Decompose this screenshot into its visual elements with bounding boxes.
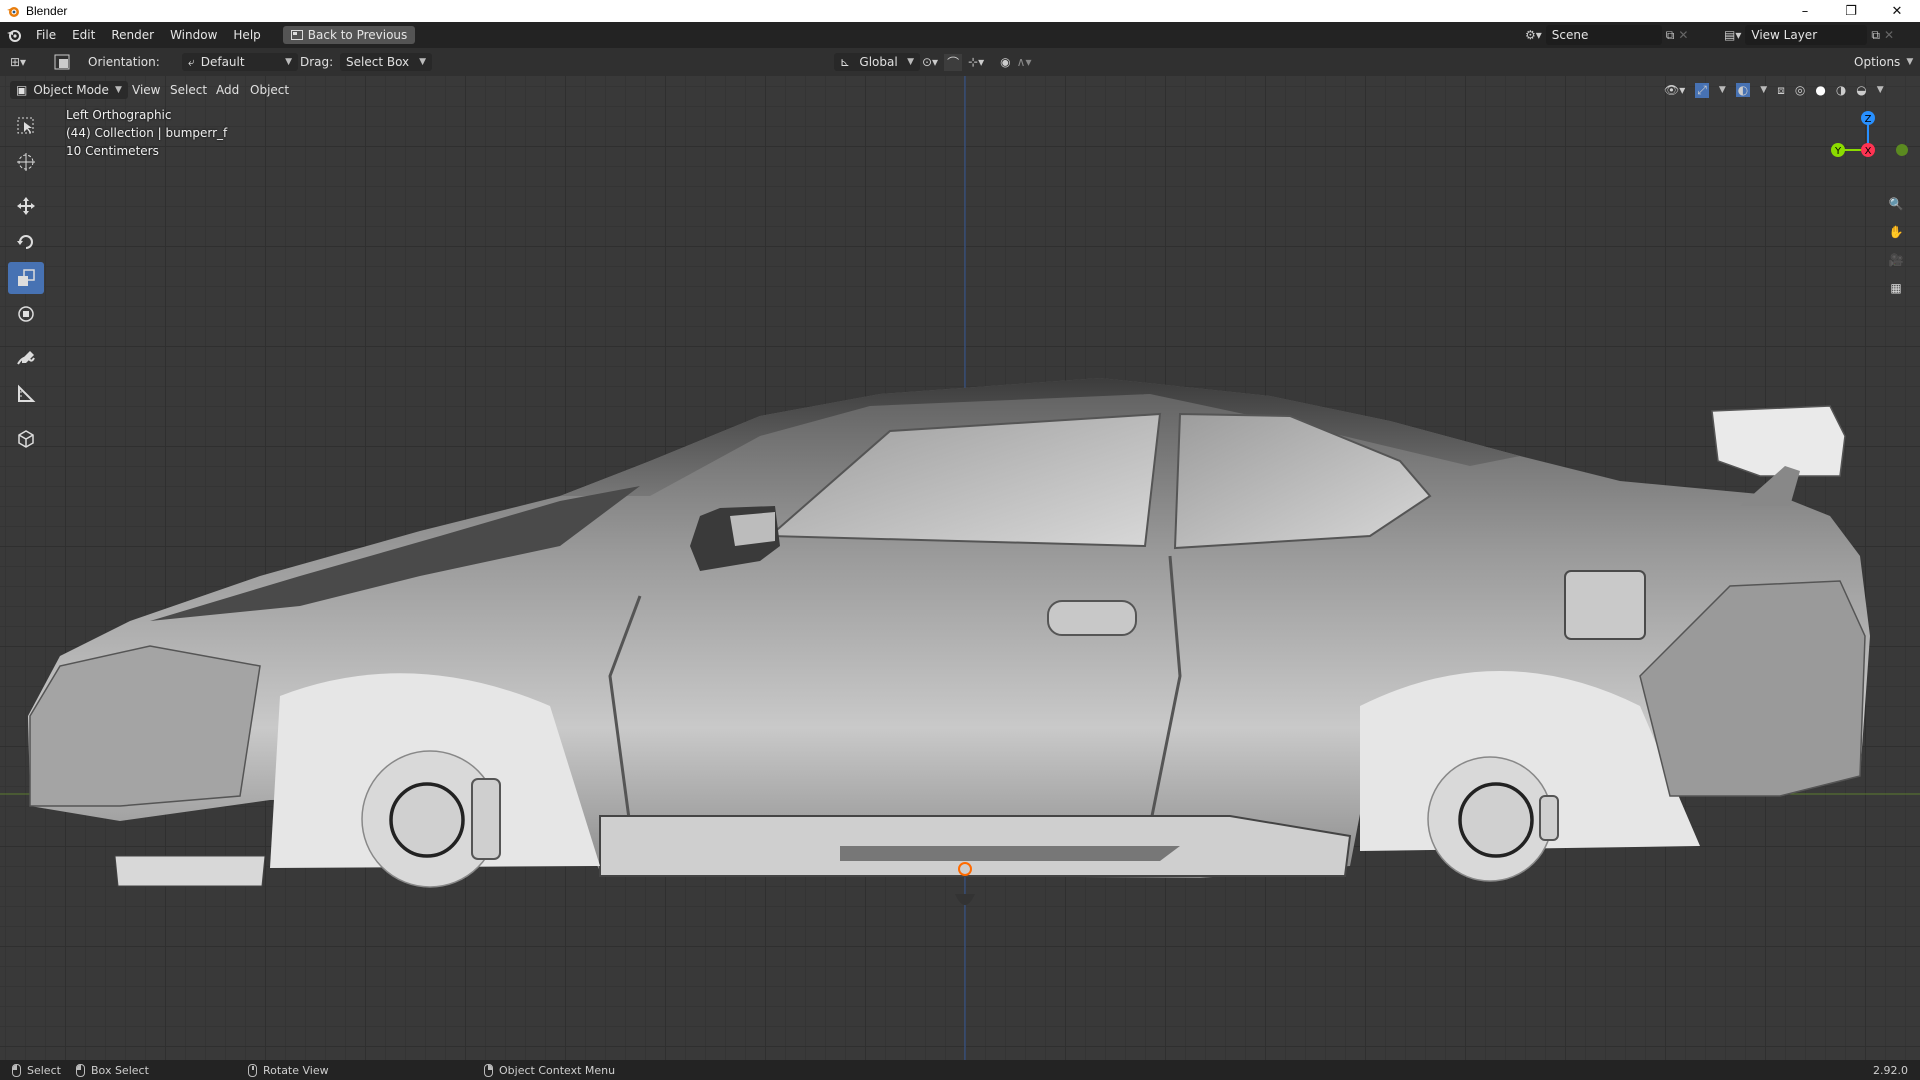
3d-viewport[interactable]: Left Orthographic (44) Collection | bump… [0,76,1920,1060]
menu-view[interactable]: View [126,78,166,102]
gizmo-neg-y[interactable] [1896,144,1908,156]
window-title: Blender [26,4,68,18]
back-to-previous-button[interactable]: Back to Previous [282,26,416,44]
collection-info: (44) Collection | bumperr_f [66,126,228,140]
blender-menu-icon[interactable] [0,28,28,42]
top-menu-bar: File Edit Render Window Help Back to Pre… [0,22,1920,48]
move-icon[interactable] [8,190,44,222]
transform-icon[interactable] [8,298,44,330]
scale-icon[interactable] [8,262,44,294]
maximize-button[interactable]: ❐ [1828,0,1874,22]
scene-icon[interactable]: ⚙▾ [1525,28,1542,42]
chevron-down-icon[interactable]: ▼ [1719,85,1726,95]
drag-dropdown[interactable]: Select Box ▼ [340,53,432,71]
menu-render[interactable]: Render [103,22,162,48]
xray-icon[interactable]: ⧈ [1777,83,1785,98]
orthographic-toggle-icon[interactable]: ▦ [1882,274,1910,302]
overlays-icon[interactable]: ◐ [1735,83,1751,97]
chevron-down-icon: ▼ [419,57,426,67]
transform-orientation-dropdown[interactable]: ⊾ Global ▼ [834,53,920,71]
minimize-button[interactable]: – [1782,0,1828,22]
version-label: 2.92.0 [1873,1063,1908,1077]
car-model [28,378,1870,905]
falloff-icon[interactable]: ∧▾ [1017,55,1032,69]
viewport-info: Left Orthographic (44) Collection | bump… [66,106,227,160]
menu-edit[interactable]: Edit [64,22,103,48]
navigation-gizmo[interactable]: Z Y X [1820,106,1910,176]
tool-settings-header: ⊞▾ Orientation: ⤶ Default ▼ Drag: Select… [0,48,1920,76]
options-dropdown[interactable]: Options ▼ [1848,53,1920,71]
rendered-shading-icon[interactable]: ◒ [1856,83,1866,97]
os-title-bar: Blender – ❐ ✕ [0,0,1920,22]
grid-scale: 10 Centimeters [66,144,159,158]
drag-mouse-icon [76,1063,85,1077]
cursor-icon[interactable] [8,146,44,178]
drag-label: Drag: [300,55,334,69]
solid-shading-icon[interactable]: ● [1815,83,1825,97]
menu-object[interactable]: Object [244,78,295,102]
editor-type-icon: ⊞▾ [10,55,27,69]
gizmo-y-label: Y [1834,146,1842,157]
menu-window[interactable]: Window [162,22,225,48]
orientation-icon: ⤶ [188,54,195,69]
view-layer-icon[interactable]: ▤▾ [1724,28,1741,42]
gizmo-toggle-icon[interactable]: ⤢ [1695,82,1709,98]
viewport-header: ▣ Object Mode ▼ View Select Add Object 👁… [0,78,1920,102]
gizmo-z-label: Z [1865,114,1872,125]
view-name: Left Orthographic [66,108,172,122]
menu-select[interactable]: Select [164,78,213,102]
remove-scene-icon[interactable]: ✕ [1678,28,1688,42]
chevron-down-icon: ▼ [907,57,914,67]
new-scene-icon[interactable]: ⧉ [1666,28,1675,43]
right-mouse-icon [484,1063,493,1077]
blender-logo-icon [7,7,19,17]
new-view-layer-icon[interactable]: ⧉ [1871,28,1880,43]
material-shading-icon[interactable]: ◑ [1836,83,1846,97]
object-mode-icon: ▣ [16,83,28,97]
pan-hand-icon[interactable]: ✋ [1882,218,1910,246]
status-bar: Select Box Select Rotate View Object Con… [0,1060,1920,1080]
gizmo-x-label: X [1865,146,1872,157]
editor-type-button[interactable]: ⊞▾ [10,48,26,76]
menu-file[interactable]: File [28,22,64,48]
orientation-label: Orientation: [88,55,160,69]
viewport-scene [0,76,1920,1060]
select-box-icon[interactable] [8,110,44,142]
measure-icon[interactable] [8,378,44,410]
chevron-down-icon[interactable]: ▼ [1877,85,1884,95]
menu-add[interactable]: Add [210,78,245,102]
camera-view-icon[interactable]: 🎥 [1882,246,1910,274]
middle-mouse-icon [248,1063,257,1077]
left-mouse-icon [12,1063,21,1077]
snap-icon[interactable]: ⌒ [944,53,963,71]
zoom-icon[interactable]: 🔍 [1882,190,1910,218]
active-tool-icon[interactable] [54,48,70,76]
proportional-edit-icon[interactable]: ◉ [1000,55,1010,69]
screen-icon [290,30,303,40]
chevron-down-icon: ▼ [285,57,292,67]
chevron-down-icon: ▼ [114,85,122,95]
snap-target-icon[interactable]: ⊹▾ [968,55,984,69]
visibility-icon[interactable]: 👁▾ [1664,83,1685,97]
mode-dropdown[interactable]: ▣ Object Mode ▼ [10,81,128,99]
menu-help[interactable]: Help [225,22,268,48]
global-axes-icon: ⊾ [840,55,851,69]
scene-field[interactable]: Scene [1545,25,1662,45]
pivot-point-icon[interactable]: ⊙▾ [922,55,938,69]
view-layer-field[interactable]: View Layer [1745,25,1868,45]
rotate-icon[interactable] [8,226,44,258]
close-button[interactable]: ✕ [1874,0,1920,22]
add-cube-icon[interactable] [8,422,44,454]
chevron-down-icon: ▼ [1906,57,1914,67]
chevron-down-icon[interactable]: ▼ [1760,85,1767,95]
remove-view-layer-icon[interactable]: ✕ [1884,28,1894,42]
wireframe-shading-icon[interactable]: ◎ [1795,83,1805,97]
annotate-icon[interactable] [8,342,44,374]
left-toolbar [8,110,48,458]
orientation-dropdown[interactable]: ⤶ Default ▼ [182,53,298,71]
